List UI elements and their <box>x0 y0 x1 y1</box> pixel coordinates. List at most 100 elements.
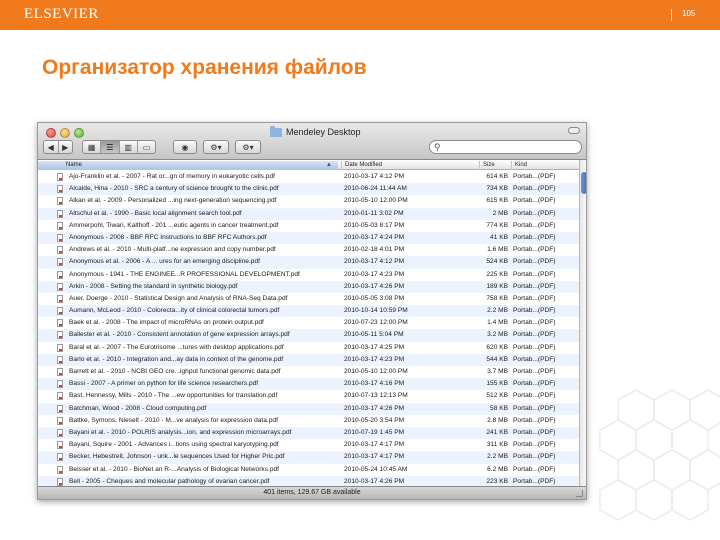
file-row[interactable]: Barlo et al. - 2010 - Integration and...… <box>38 353 579 366</box>
list-view-button[interactable]: ☰ <box>101 141 120 153</box>
file-row[interactable]: Aumann, McLeod - 2010 - Colorecta...ity … <box>38 305 579 318</box>
file-row[interactable]: Anonymous et al. - 2006 - A ... ures for… <box>38 256 579 269</box>
pdf-file-icon <box>57 441 63 450</box>
back-button[interactable]: ◀ <box>44 141 59 153</box>
file-kind: Portab...(PDF) <box>513 428 556 436</box>
vertical-scrollbar[interactable] <box>579 160 586 488</box>
file-row[interactable]: Ajo-Franklin et al. - 2007 - Rat or...gn… <box>38 171 579 183</box>
file-row[interactable]: Ballester et al. - 2010 - Consistent ann… <box>38 329 579 342</box>
file-row[interactable]: Andrews et al. - 2010 - Multi-platf...ne… <box>38 244 579 256</box>
file-date-modified: 2010-03-17 4:12 PM <box>344 173 405 180</box>
file-name: Ammerpohl, Tiwari, Kalthoff - 201 ...eut… <box>69 221 279 229</box>
file-size: 524 KB <box>486 258 508 266</box>
file-size: 155 KB <box>486 380 508 388</box>
file-row[interactable]: Alkan et al. - 2009 - Personalized ...in… <box>38 195 579 207</box>
close-button[interactable] <box>46 128 56 138</box>
action-button[interactable]: ⚙▾ <box>203 140 229 154</box>
pdf-file-icon <box>57 319 63 328</box>
file-name: Baek et al. - 2008 - The impact of micro… <box>69 319 264 327</box>
pdf-file-icon <box>57 221 63 230</box>
file-name: Bassi - 2007 - A primer on python for li… <box>69 380 259 388</box>
pdf-file-icon <box>57 209 63 218</box>
file-date-modified: 2010-05-20 3:54 PM <box>344 416 405 424</box>
file-kind: Portab...(PDF) <box>513 197 556 205</box>
minimize-button[interactable] <box>60 128 70 138</box>
file-row[interactable]: Ammerpohl, Tiwari, Kalthoff - 201 ...eut… <box>38 220 579 232</box>
folder-icon <box>270 125 282 137</box>
file-name: Baral et al. - 2007 - The Eurotrisome ..… <box>69 343 284 351</box>
dropbox-button[interactable]: ⚙▾ <box>235 140 261 154</box>
pdf-file-icon <box>57 355 63 364</box>
file-date-modified: 2010-03-17 4:17 PM <box>344 453 405 461</box>
quicklook-button[interactable]: ◉ <box>173 140 197 154</box>
file-row[interactable]: Bassi - 2007 - A primer on python for li… <box>38 378 579 391</box>
column-kind[interactable]: Kind <box>511 161 579 170</box>
file-row[interactable]: Baek et al. - 2008 - The impact of micro… <box>38 317 579 329</box>
file-kind: Portab...(PDF) <box>513 233 556 241</box>
file-row[interactable]: Beisser et al. - 2010 - BioNet an R-...A… <box>38 464 579 476</box>
file-name: Alkan et al. - 2009 - Personalized ...in… <box>69 197 277 205</box>
file-row[interactable]: Barrett et al. - 2010 - NCBI GEO cre...i… <box>38 366 579 378</box>
file-kind: Portab...(PDF) <box>513 416 556 424</box>
file-row[interactable]: Altschul et al. - 1990 - Basic local ali… <box>38 207 579 220</box>
file-row[interactable]: Bast, Hennessy, Mills - 2010 - The ...ew… <box>38 390 579 402</box>
file-date-modified: 2010-03-17 4:23 PM <box>344 270 405 278</box>
pdf-file-icon <box>57 331 63 340</box>
file-date-modified: 2010-02-18 4:01 PM <box>344 246 405 254</box>
column-name[interactable]: Name <box>38 161 338 170</box>
file-date-modified: 2010-05-10 12:00 PM <box>344 197 408 205</box>
file-name: Bell - 2005 - Cheques and molecular path… <box>69 477 270 485</box>
file-row[interactable]: Battke, Symons, Nieselt - 2010 - M...ve … <box>38 415 579 427</box>
file-row[interactable]: Batchman, Wood - 2008 - Cloud computing.… <box>38 402 579 415</box>
file-date-modified: 2010-03-17 4:26 PM <box>344 477 405 485</box>
pdf-file-icon <box>57 343 63 352</box>
scrollbar-thumb[interactable] <box>581 172 586 194</box>
file-size: 614 KB <box>486 173 508 180</box>
file-row[interactable]: Bayani, Squire - 2001 - Advances i...tio… <box>38 439 579 451</box>
file-kind: Portab...(PDF) <box>513 441 556 449</box>
file-row[interactable]: Arkin - 2008 - Setting the standard in s… <box>38 280 579 293</box>
file-name: Ajo-Franklin et al. - 2007 - Rat or...gn… <box>69 173 275 180</box>
file-kind: Portab...(PDF) <box>513 477 556 485</box>
file-row[interactable]: Baral et al. - 2007 - The Eurotrisome ..… <box>38 342 579 354</box>
toolbar-toggle-button[interactable] <box>568 127 580 134</box>
file-date-modified: 2010-01-11 3:02 PM <box>344 209 404 217</box>
file-date-modified: 2010-03-17 4:24 PM <box>344 233 405 241</box>
pdf-file-icon <box>57 368 63 376</box>
file-date-modified: 2010-05-10 12:00 PM <box>344 368 408 375</box>
resize-grip[interactable] <box>576 490 583 497</box>
icon-view-button[interactable]: ▦ <box>83 141 102 153</box>
file-row[interactable]: Alcalde, Hina - 2010 - SRC a century of … <box>38 183 579 196</box>
column-size[interactable]: Size <box>479 161 511 170</box>
pdf-file-icon <box>57 246 63 255</box>
forward-button[interactable]: ▶ <box>59 141 73 153</box>
zoom-button[interactable] <box>74 128 84 138</box>
file-size: 3.2 MB <box>487 331 508 339</box>
file-kind: Portab...(PDF) <box>513 173 556 180</box>
column-view-button[interactable]: ▥ <box>120 141 138 153</box>
file-row[interactable]: Auer, Doerge - 2010 - Statistical Design… <box>38 293 579 305</box>
file-kind: Portab...(PDF) <box>513 246 556 254</box>
pdf-file-icon <box>57 416 63 425</box>
file-kind: Portab...(PDF) <box>513 331 556 339</box>
file-kind: Portab...(PDF) <box>513 465 556 473</box>
column-date-modified[interactable]: Date Modified <box>341 161 479 170</box>
file-size: 1.6 MB <box>487 246 508 254</box>
file-date-modified: 2010-05-05 3:08 PM <box>344 294 405 302</box>
file-row[interactable]: Becker, Hebestreit, Johnson - unk...le s… <box>38 451 579 464</box>
file-name: Barrett et al. - 2010 - NCBI GEO cre...i… <box>69 368 281 375</box>
file-kind: Portab...(PDF) <box>513 282 556 290</box>
file-kind: Portab...(PDF) <box>513 343 556 351</box>
search-input[interactable]: ⚲ <box>429 140 582 154</box>
sort-ascending-icon: ▲ <box>326 162 332 168</box>
coverflow-view-button[interactable]: ▭ <box>138 141 155 153</box>
pdf-file-icon <box>57 173 63 181</box>
file-row[interactable]: Bayani et al. - 2010 - POLRIS analysis..… <box>38 426 579 440</box>
hexagon-pattern-decoration <box>599 389 720 521</box>
file-name: Ballester et al. - 2010 - Consistent ann… <box>69 331 290 339</box>
file-row[interactable]: Anonymous - 2008 - BBF RFC Instructions … <box>38 231 579 245</box>
pdf-file-icon <box>57 453 63 462</box>
file-date-modified: 2010-03-17 4:26 PM <box>344 404 405 412</box>
file-row[interactable]: Anonymous - 1941 - THE ENGINEE...R PROFE… <box>38 269 579 281</box>
file-size: 2 MB <box>492 209 508 217</box>
